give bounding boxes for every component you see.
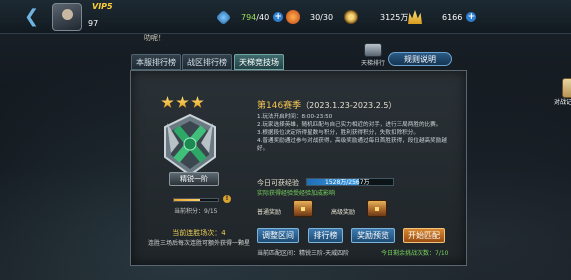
exp-value: 1528万/2567万	[325, 179, 370, 186]
exp-progress-bar: 1528万/2567万	[306, 178, 394, 186]
gold-value: 6166	[442, 12, 463, 22]
season-title: 第146赛季（2023.1.23-2023.2.5）	[257, 98, 396, 111]
advanced-reward[interactable]: 高级奖励	[331, 199, 391, 231]
win-streak-description: 连胜三场后每次连胜可额外获得一颗星	[147, 240, 250, 247]
star-icon	[191, 96, 204, 108]
rank-column: 精锐一阶 ! 当前积分：9/15 当前连胜场次：4 连胜三场后每次连胜可额外获得…	[131, 71, 251, 267]
tab-ladder-arena[interactable]: 天梯竞技场	[234, 54, 284, 70]
advanced-reward-label: 高级奖励	[331, 209, 356, 216]
coin-resource: 3125万	[344, 9, 408, 25]
top-hud: ❮ VIP5 97 794 /40 + 30/30 3125万 6166 +	[0, 0, 571, 34]
back-arrow-icon[interactable]: ❮	[24, 8, 46, 26]
normal-reward[interactable]: 普通奖励	[257, 199, 317, 231]
info-icon[interactable]: !	[223, 195, 231, 203]
stamina-icon	[286, 10, 300, 24]
coin-value: 3125万	[380, 12, 409, 22]
current-match-range: 当前匹配区间：精锐三阶-天威四阶	[257, 250, 350, 257]
star-icon	[176, 96, 189, 108]
season-rules: 1.玩法开启时间：8:00-23:50 2.玩家选择英雄，随机匹配与自己实力相近…	[257, 113, 457, 153]
vip-badge: VIP5	[92, 2, 113, 11]
season-number: 第146赛季	[257, 101, 302, 111]
stamina-value: 30/30	[310, 12, 334, 22]
rank-stars	[161, 96, 204, 109]
score-text: 当前积分：9/15	[174, 208, 218, 215]
trophy-icon	[364, 43, 382, 57]
ladder-ranking-label: 天梯排行	[360, 60, 385, 67]
score-progress-bar	[173, 198, 219, 202]
remaining-challenges: 今日剩余挑战次数：7/10	[381, 250, 449, 257]
battle-record-icon[interactable]	[562, 78, 571, 98]
score-progress-fill	[174, 199, 201, 201]
rule-item: 4.普通奖励通过参与对战获得，高级奖励通过每日首胜获得，段位越高奖励越好。	[257, 138, 447, 152]
player-avatar[interactable]	[52, 3, 82, 31]
season-column: 第146赛季（2023.1.23-2023.2.5） 1.玩法开启时间：8:00…	[257, 71, 571, 267]
gold-resource: 6166 +	[408, 9, 477, 25]
player-level: 97	[88, 19, 99, 28]
energy-icon	[215, 9, 232, 25]
season-range: （2023.1.23-2023.2.5）	[301, 101, 397, 110]
add-energy-button[interactable]: +	[273, 12, 284, 22]
rule-item: 2.玩家选择英雄，随机匹配与自己实力相近的对手，进行三局两胜的比赛。	[257, 122, 442, 128]
treasure-chest-icon[interactable]	[367, 200, 387, 217]
energy-resource: 794 /40 +	[215, 9, 284, 25]
coin-icon	[344, 10, 358, 24]
battle-record-label[interactable]: 对战记录	[554, 97, 571, 106]
exp-note: 实际获得经验受经验加成影响	[257, 190, 336, 197]
arena-panel: 精锐一阶 ! 当前积分：9/15 当前连胜场次：4 连胜三场后每次连胜可额外获得…	[130, 70, 571, 267]
rank-emblem-icon	[164, 113, 216, 177]
rules-button[interactable]: 规则说明	[388, 52, 452, 66]
normal-reward-label: 普通奖励	[257, 209, 282, 216]
crown-icon	[408, 10, 422, 24]
tab-zone-ranking[interactable]: 战区排行榜	[182, 54, 232, 70]
exp-label: 今日可获经验	[257, 179, 299, 187]
stamina-resource: 30/30	[286, 9, 333, 25]
rank-name: 精锐一阶	[169, 172, 219, 186]
chat-message[interactable]: 叻呢！	[144, 33, 165, 43]
start-match-button[interactable]: 开始匹配	[403, 228, 445, 243]
reward-preview-button[interactable]: 奖励预览	[351, 228, 395, 243]
tab-server-ranking[interactable]: 本服排行榜	[131, 54, 181, 70]
treasure-chest-icon[interactable]	[293, 200, 313, 217]
win-streak: 当前连胜场次：4	[172, 229, 226, 237]
energy-current: 794	[241, 12, 257, 22]
add-gold-button[interactable]: +	[466, 12, 477, 22]
star-icon	[161, 96, 174, 108]
energy-max: /40	[256, 12, 270, 22]
ranking-button[interactable]: 排行榜	[308, 228, 343, 243]
adjust-range-button[interactable]: 调整区间	[257, 228, 299, 243]
rule-item: 1.玩法开启时间：8:00-23:50	[257, 114, 333, 120]
rule-item: 3.根据段位决定所得星数与积分，胜利获得积分，失败扣除积分。	[257, 130, 419, 136]
ladder-ranking-button[interactable]: 天梯排行	[360, 43, 386, 69]
